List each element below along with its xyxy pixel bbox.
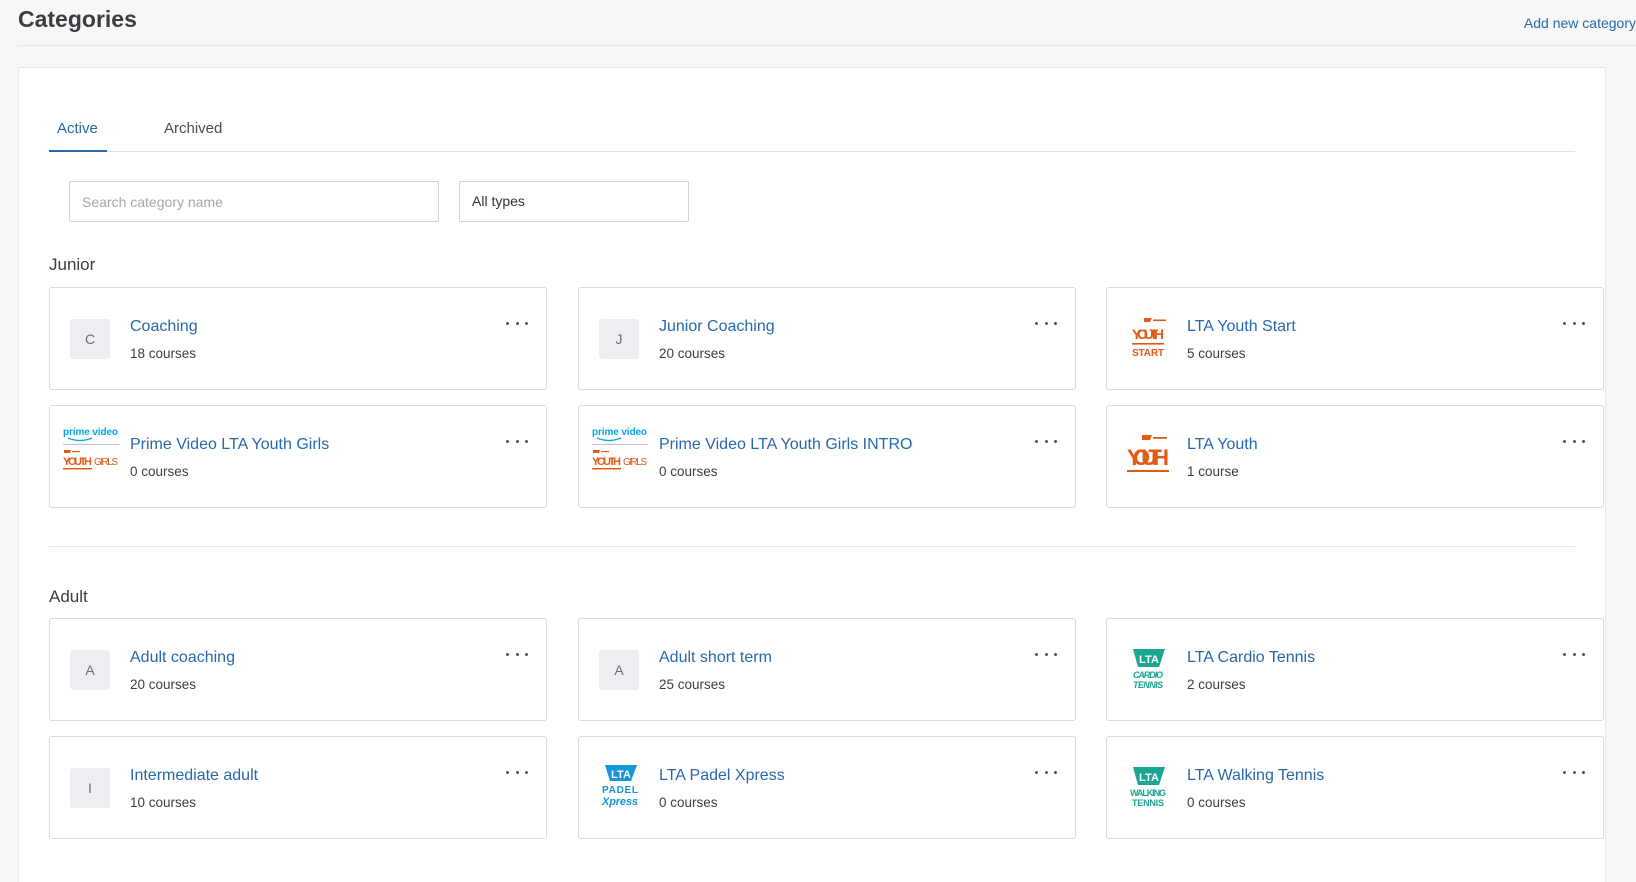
- svg-text:prime video: prime video: [63, 427, 118, 438]
- svg-text:YOUTH: YOUTH: [1127, 445, 1169, 470]
- category-course-count: 18 courses: [130, 346, 197, 361]
- prime-video-youth-girls-logo-icon: prime video YOUTH GIRLS: [590, 427, 649, 472]
- categories-panel: Active Archived All types Junior C Coach…: [18, 67, 1606, 882]
- tab-archived[interactable]: Archived: [164, 112, 222, 152]
- lta-youth-logo-icon: YOUTH: [1118, 435, 1177, 476]
- section-divider: [49, 546, 1575, 547]
- more-options-icon[interactable]: [1563, 647, 1585, 661]
- category-card-lta-padel-xpress[interactable]: LTA PADEL Xpress LTA Padel Xpress 0 cour…: [578, 736, 1076, 839]
- search-input[interactable]: [69, 181, 439, 222]
- page-title: Categories: [18, 6, 137, 32]
- category-course-count: 20 courses: [659, 346, 726, 361]
- svg-text:START: START: [1132, 348, 1164, 359]
- lta-cardio-tennis-logo-icon: LTA CARDIO TENNIS: [1118, 649, 1177, 690]
- category-card-lta-cardio-tennis[interactable]: LTA CARDIO TENNIS LTA Cardio Tennis 2 co…: [1106, 618, 1604, 721]
- svg-text:CARDIO: CARDIO: [1133, 670, 1163, 680]
- more-options-icon[interactable]: [1563, 434, 1585, 448]
- category-course-count: 5 courses: [1187, 346, 1246, 361]
- categories-page: Categories Add new category Active Archi…: [0, 0, 1636, 882]
- category-title[interactable]: LTA Cardio Tennis: [1187, 649, 1315, 667]
- category-title[interactable]: Intermediate adult: [130, 767, 258, 785]
- category-title[interactable]: LTA Padel Xpress: [659, 767, 785, 785]
- category-card-adult-short-term[interactable]: A Adult short term 25 courses: [578, 618, 1076, 721]
- category-title[interactable]: Prime Video LTA Youth Girls INTRO: [659, 436, 912, 454]
- more-options-icon[interactable]: [1035, 765, 1057, 779]
- category-title[interactable]: Coaching: [130, 318, 198, 336]
- more-options-icon[interactable]: [1035, 316, 1057, 330]
- category-title[interactable]: Junior Coaching: [659, 318, 775, 336]
- svg-text:GIRLS: GIRLS: [94, 457, 118, 468]
- more-options-icon[interactable]: [1035, 434, 1057, 448]
- lta-walking-tennis-logo-icon: LTA WALKING TENNIS: [1118, 767, 1177, 808]
- lta-youth-start-logo-icon: YOUTH START: [1118, 318, 1177, 359]
- svg-text:WALKING: WALKING: [1130, 788, 1166, 798]
- more-options-icon[interactable]: [506, 316, 528, 330]
- category-title[interactable]: LTA Youth: [1187, 436, 1258, 454]
- svg-text:YOUTH: YOUTH: [1132, 326, 1164, 342]
- category-title[interactable]: Prime Video LTA Youth Girls: [130, 436, 329, 454]
- category-course-count: 0 courses: [1187, 795, 1246, 810]
- page-header: Categories Add new category: [18, 0, 1636, 46]
- svg-text:YOUTH: YOUTH: [592, 456, 621, 468]
- category-title[interactable]: Adult short term: [659, 649, 772, 667]
- more-options-icon[interactable]: [1563, 316, 1585, 330]
- svg-text:PADEL: PADEL: [602, 785, 638, 796]
- svg-text:prime video: prime video: [592, 427, 647, 438]
- tab-active[interactable]: Active: [49, 112, 107, 152]
- tab-bar: Active Archived: [49, 112, 1575, 152]
- lta-padel-xpress-logo-icon: LTA PADEL Xpress: [590, 765, 649, 808]
- svg-text:Xpress: Xpress: [601, 796, 638, 808]
- more-options-icon[interactable]: [1035, 647, 1057, 661]
- svg-text:LTA: LTA: [1139, 654, 1159, 666]
- category-card-adult-coaching[interactable]: A Adult coaching 20 courses: [49, 618, 547, 721]
- svg-text:TENNIS: TENNIS: [1132, 798, 1164, 808]
- category-card-lta-walking-tennis[interactable]: LTA WALKING TENNIS LTA Walking Tennis 0 …: [1106, 736, 1604, 839]
- svg-text:YOUTH: YOUTH: [63, 456, 92, 468]
- svg-text:LTA: LTA: [1139, 772, 1159, 784]
- category-card-prime-video-lta-youth-girls-intro[interactable]: prime video YOUTH GIRLS Prime Video LTA …: [578, 405, 1076, 508]
- category-course-count: 0 courses: [659, 795, 718, 810]
- letter-avatar: C: [70, 319, 110, 359]
- category-title[interactable]: Adult coaching: [130, 649, 235, 667]
- category-course-count: 1 course: [1187, 464, 1239, 479]
- more-options-icon[interactable]: [506, 765, 528, 779]
- letter-avatar: A: [70, 650, 110, 690]
- svg-text:LTA: LTA: [611, 769, 631, 781]
- letter-avatar: J: [599, 319, 639, 359]
- type-select[interactable]: All types: [459, 181, 689, 222]
- section-heading-junior: Junior: [49, 255, 96, 274]
- category-title[interactable]: LTA Youth Start: [1187, 318, 1296, 336]
- category-title[interactable]: LTA Walking Tennis: [1187, 767, 1324, 785]
- category-course-count: 10 courses: [130, 795, 197, 810]
- category-card-intermediate-adult[interactable]: I Intermediate adult 10 courses: [49, 736, 547, 839]
- category-course-count: 25 courses: [659, 677, 726, 692]
- more-options-icon[interactable]: [506, 434, 528, 448]
- category-course-count: 0 courses: [130, 464, 189, 479]
- category-course-count: 20 courses: [130, 677, 197, 692]
- category-card-coaching[interactable]: C Coaching 18 courses: [49, 287, 547, 390]
- add-new-category-link[interactable]: Add new category: [1524, 15, 1636, 31]
- category-course-count: 2 courses: [1187, 677, 1246, 692]
- more-options-icon[interactable]: [506, 647, 528, 661]
- category-card-junior-coaching[interactable]: J Junior Coaching 20 courses: [578, 287, 1076, 390]
- svg-text:GIRLS: GIRLS: [623, 457, 647, 468]
- category-card-lta-youth-start[interactable]: YOUTH START LTA Youth Start 5 courses: [1106, 287, 1604, 390]
- letter-avatar: I: [70, 768, 110, 808]
- category-course-count: 0 courses: [659, 464, 718, 479]
- prime-video-youth-girls-logo-icon: prime video YOUTH GIRLS: [61, 427, 120, 472]
- letter-avatar: A: [599, 650, 639, 690]
- category-card-lta-youth[interactable]: YOUTH LTA Youth 1 course: [1106, 405, 1604, 508]
- category-card-prime-video-lta-youth-girls[interactable]: prime video YOUTH GIRLS Prime Video LTA …: [49, 405, 547, 508]
- section-heading-adult: Adult: [49, 587, 88, 606]
- svg-text:TENNIS: TENNIS: [1133, 680, 1163, 690]
- more-options-icon[interactable]: [1563, 765, 1585, 779]
